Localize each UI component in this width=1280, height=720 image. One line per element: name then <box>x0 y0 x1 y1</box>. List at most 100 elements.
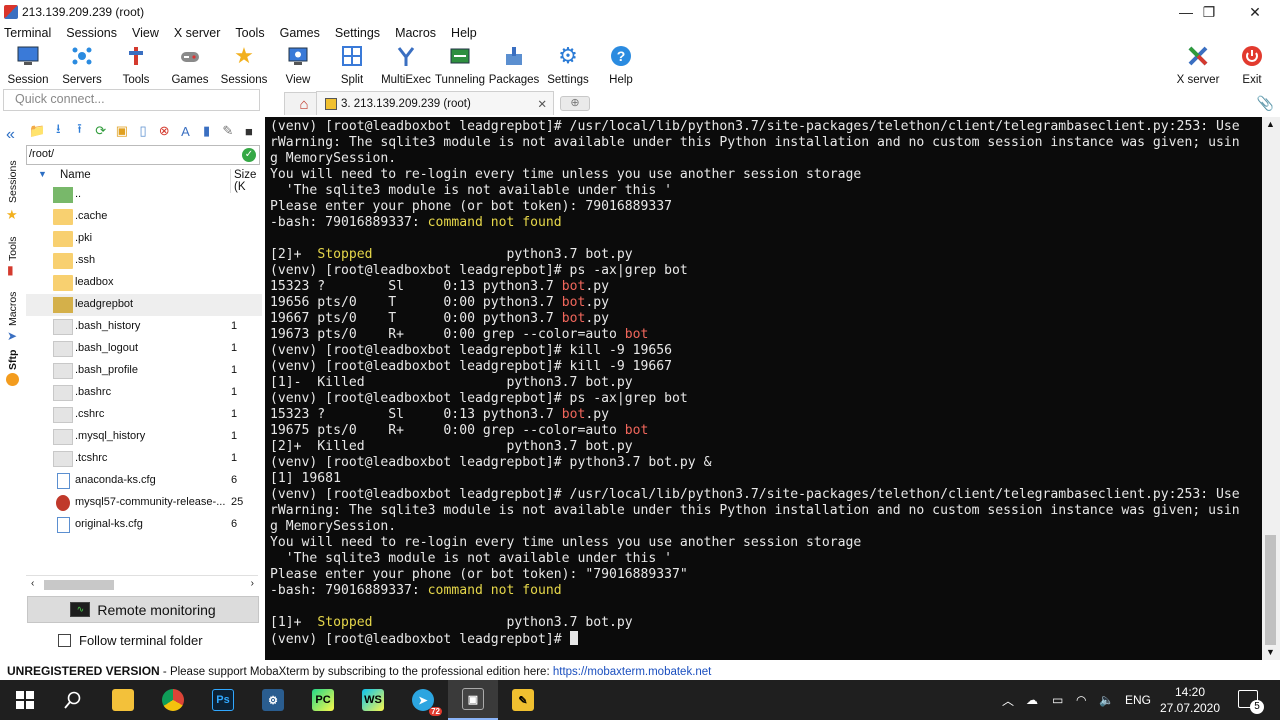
file-row[interactable]: leadgrepbot <box>26 294 262 316</box>
file-row[interactable]: .tcshrc 1 <box>26 448 262 470</box>
scroll-right-icon[interactable]: › <box>251 578 254 589</box>
file-row[interactable]: .pki <box>26 228 262 250</box>
paperclip-icon[interactable]: 📎 <box>1257 95 1274 112</box>
refresh-icon[interactable]: ⟳ <box>93 123 109 140</box>
exit-button[interactable]: Exit <box>1232 42 1272 88</box>
session-button[interactable]: Session <box>8 42 48 88</box>
new-tab-button[interactable]: ⊕ <box>560 96 590 111</box>
view-button[interactable]: View <box>278 42 318 88</box>
side-tab-tools[interactable]: Tools <box>3 231 23 267</box>
menu-settings[interactable]: Settings <box>335 26 380 40</box>
notifications-button[interactable]: 5 <box>1238 690 1264 714</box>
mobaxterm-taskbar[interactable]: ▣ <box>448 680 498 720</box>
scroll-left-icon[interactable]: ‹ <box>31 578 34 589</box>
file-row[interactable]: .mysql_history 1 <box>26 426 262 448</box>
upload-icon[interactable]: ⭱ <box>71 121 87 140</box>
network-app-taskbar[interactable]: ⚙ <box>248 680 298 720</box>
side-tab-sftp[interactable]: Sftp <box>3 347 23 373</box>
edit-icon[interactable]: ▮ <box>199 123 215 140</box>
file-row[interactable]: anaconda-ks.cfg 6 <box>26 470 262 492</box>
tools-button[interactable]: Tools <box>116 42 156 88</box>
menu-tools[interactable]: Tools <box>235 26 264 40</box>
language-tray[interactable]: ENG <box>1125 680 1151 720</box>
sftp-path-input[interactable]: /root/ ✓ <box>26 145 260 165</box>
sessions-button[interactable]: ★ Sessions <box>221 42 268 88</box>
file-row[interactable]: .bash_profile 1 <box>26 360 262 382</box>
file-row[interactable]: .. <box>26 184 262 206</box>
tunneling-button[interactable]: Tunneling <box>435 42 485 88</box>
file-row[interactable]: mysql57-community-release-... 25 <box>26 492 262 514</box>
file-row[interactable]: .ssh <box>26 250 262 272</box>
telegram-taskbar[interactable]: ➤ 72 <box>398 680 448 720</box>
show-hidden-icons[interactable]: ︿ <box>1002 680 1014 720</box>
mobaxterm-2-taskbar[interactable]: ✎ <box>498 680 548 720</box>
folder-up-icon[interactable]: 📁 <box>29 123 45 140</box>
download-icon[interactable]: ⭳ <box>50 121 66 140</box>
horizontal-scrollbar[interactable]: ‹ › <box>26 575 258 592</box>
webstorm-taskbar[interactable]: WS <box>348 680 398 720</box>
terminal-icon[interactable]: ■ <box>241 123 257 140</box>
file-row[interactable]: original-ks.cfg 6 <box>26 514 262 536</box>
search-taskbar-button[interactable] <box>48 680 98 720</box>
scroll-up-icon[interactable]: ▲ <box>1266 119 1275 129</box>
terminal-text: [2]+ Killed python3.7 bot.py <box>270 439 633 454</box>
help-button[interactable]: ? Help <box>601 42 641 88</box>
terminal-scroll-thumb[interactable] <box>1265 535 1276 645</box>
onedrive-tray[interactable]: ☁ <box>1026 680 1038 720</box>
file-row[interactable]: .bashrc 1 <box>26 382 262 404</box>
follow-terminal-folder[interactable]: Follow terminal folder <box>58 633 203 648</box>
servers-button[interactable]: Servers <box>62 42 102 88</box>
delete-icon[interactable]: ⊗ <box>156 123 172 140</box>
xserver-button[interactable]: X server <box>1175 42 1221 88</box>
menu-games[interactable]: Games <box>280 26 320 40</box>
close-window-button[interactable]: ✕ <box>1232 0 1278 24</box>
restore-button[interactable]: ❐ <box>1186 0 1232 24</box>
scrollbar-thumb[interactable] <box>44 580 114 590</box>
file-row[interactable]: leadbox <box>26 272 262 294</box>
quick-connect-input[interactable]: Quick connect... <box>3 89 260 111</box>
tools-icon <box>124 44 148 68</box>
follow-terminal-checkbox[interactable] <box>58 634 71 647</box>
games-button[interactable]: Games <box>170 42 210 88</box>
path-ok-icon[interactable]: ✓ <box>242 148 256 162</box>
mobaxterm-link[interactable]: https://mobaxterm.mobatek.net <box>553 666 712 678</box>
battery-tray[interactable]: ▭ <box>1052 680 1063 720</box>
photoshop-taskbar[interactable]: Ps <box>198 680 248 720</box>
menu-sessions[interactable]: Sessions <box>66 26 117 40</box>
file-row[interactable]: .bash_history 1 <box>26 316 262 338</box>
split-button[interactable]: Split <box>332 42 372 88</box>
close-tab-icon[interactable]: ✕ <box>537 97 547 111</box>
menu-help[interactable]: Help <box>451 26 477 40</box>
file-row[interactable]: .cache <box>26 206 262 228</box>
rename-icon[interactable]: A <box>177 123 193 140</box>
start-button[interactable] <box>0 680 50 720</box>
remote-monitoring-button[interactable]: ∿ Remote monitoring <box>27 596 259 623</box>
menu-macros[interactable]: Macros <box>395 26 436 40</box>
new-folder-icon[interactable]: ▣ <box>114 123 130 140</box>
file-row[interactable]: .bash_logout 1 <box>26 338 262 360</box>
terminal-scrollbar[interactable]: ▲ ▼ <box>1262 117 1280 660</box>
new-file-icon[interactable]: ▯ <box>135 123 151 140</box>
network-tray[interactable]: ◠ <box>1076 680 1086 720</box>
menu-xserver[interactable]: X server <box>174 26 221 40</box>
side-tab-macros[interactable]: Macros <box>3 287 23 331</box>
chrome-taskbar[interactable] <box>148 680 198 720</box>
menu-view[interactable]: View <box>132 26 159 40</box>
settings-button[interactable]: ⚙ Settings <box>545 42 591 88</box>
clock[interactable]: 14:20 27.07.2020 <box>1158 684 1222 716</box>
side-tab-sessions[interactable]: Sessions <box>3 157 23 207</box>
multiexec-button[interactable]: MultiExec <box>381 42 431 88</box>
file-row[interactable]: .cshrc 1 <box>26 404 262 426</box>
file-explorer-taskbar[interactable] <box>98 680 148 720</box>
scroll-down-icon[interactable]: ▼ <box>1266 647 1275 657</box>
menu-terminal[interactable]: Terminal <box>4 26 51 40</box>
pycharm-taskbar[interactable]: PC <box>298 680 348 720</box>
terminal-output[interactable]: (venv) [root@leadboxbot leadgrepbot]# /u… <box>265 117 1262 660</box>
tools-wrench-icon[interactable]: ✎ <box>220 123 236 140</box>
column-name[interactable]: Name <box>60 169 91 181</box>
menu-bar: Terminal Sessions View X server Tools Ga… <box>0 24 1280 42</box>
folder-icon <box>53 231 73 247</box>
packages-button[interactable]: Packages <box>489 42 539 88</box>
volume-tray[interactable]: 🔈 <box>1099 680 1114 720</box>
tab-active-session[interactable]: 3. 213.139.209.239 (root) ✕ <box>316 91 554 115</box>
